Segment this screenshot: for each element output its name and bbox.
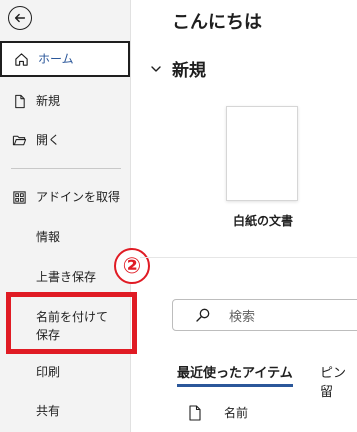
sidebar-item-new[interactable]: 新規: [0, 92, 131, 110]
sidebar-item-label: 名前を付けて保存: [36, 310, 109, 342]
sidebar-item-save[interactable]: 上書き保存: [0, 268, 131, 286]
column-header-name: 名前: [224, 406, 249, 420]
sidebar-item-label: アドインを取得: [36, 190, 121, 204]
divider: [140, 257, 357, 258]
search-placeholder: 検索: [229, 309, 256, 325]
sidebar-item-label: 共有: [36, 404, 61, 418]
grid-icon: [11, 189, 27, 205]
page-title: こんにちは: [172, 12, 262, 33]
sidebar-item-label: 情報: [36, 230, 61, 244]
sidebar-item-label: ホーム: [38, 52, 74, 66]
search-icon: [196, 308, 210, 322]
sidebar-item-label: 上書き保存: [36, 270, 97, 284]
sidebar-item-open[interactable]: 開く: [0, 131, 131, 149]
new-document-icon: [11, 93, 27, 109]
section-title: 新規: [172, 61, 206, 81]
sidebar-divider: [11, 168, 121, 169]
backstage-sidebar: ホーム 新規 開く アドインを取得 情報 上書き保存 名前を付けて保存 印刷 共…: [0, 0, 131, 432]
folder-open-icon: [11, 132, 27, 148]
tab-pinned[interactable]: ピン留: [320, 362, 357, 400]
search-input[interactable]: 検索: [172, 299, 357, 331]
file-icon: [189, 404, 201, 421]
sidebar-item-label: 開く: [36, 133, 61, 147]
sidebar-item-share[interactable]: 共有: [0, 402, 131, 420]
sidebar-item-label: 印刷: [36, 365, 61, 379]
sidebar-item-print[interactable]: 印刷: [0, 363, 131, 381]
chevron-down-icon: [151, 65, 161, 72]
new-section-header[interactable]: 新規: [150, 56, 206, 81]
sidebar-item-label: 新規: [36, 94, 61, 108]
main-pane: こんにちは 新規 白紙の文書 検索 最近使ったアイテム ピン留 名前: [132, 0, 357, 432]
tab-recent[interactable]: 最近使ったアイテム: [177, 362, 293, 387]
blank-document-label: 白紙の文書: [233, 214, 294, 228]
file-list-header[interactable]: 名前: [188, 404, 248, 421]
sidebar-item-info[interactable]: 情報: [0, 228, 131, 246]
sidebar-item-get-addins[interactable]: アドインを取得: [0, 188, 131, 206]
blank-document-thumbnail[interactable]: [226, 106, 298, 201]
back-arrow-icon[interactable]: [8, 6, 32, 30]
sidebar-item-home[interactable]: ホーム: [0, 41, 130, 77]
sidebar-item-save-as[interactable]: 名前を付けて保存: [0, 306, 131, 346]
home-icon: [13, 51, 29, 67]
